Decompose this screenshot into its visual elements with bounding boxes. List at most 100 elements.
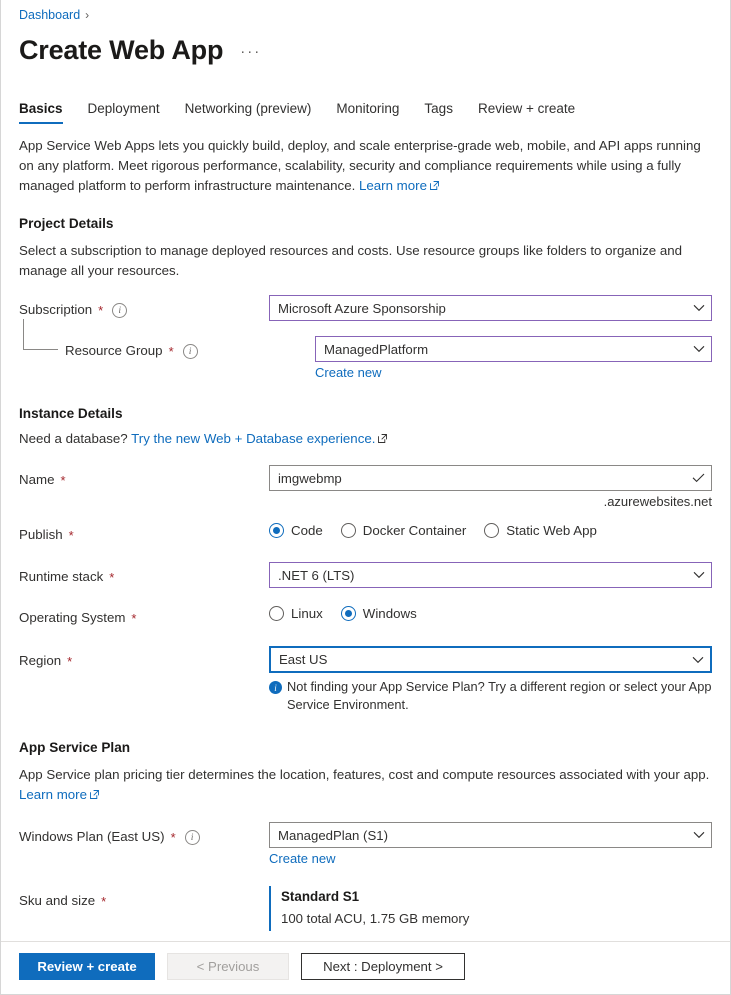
runtime-stack-label: Runtime stack: [19, 569, 104, 584]
web-database-experience-link[interactable]: Try the new Web + Database experience.: [131, 431, 375, 446]
windows-plan-label: Windows Plan (East US): [19, 829, 165, 844]
app-service-plan-learn-more-link[interactable]: Learn more: [19, 787, 87, 802]
form-row-subscription: Subscription * i Microsoft Azure Sponsors…: [19, 295, 712, 322]
operating-system-label-group: Operating System *: [19, 603, 269, 630]
operating-system-option-linux[interactable]: Linux: [269, 606, 323, 621]
publish-option-docker-container[interactable]: Docker Container: [340, 523, 467, 538]
form-row-name: Name * imgwebmp .azurewebsites.net: [19, 465, 712, 509]
form-row-region: Region * East US i Not finding your App S…: [19, 646, 712, 714]
form-row-resource-group: Resource Group * i ManagedPlatform Create…: [19, 319, 712, 382]
external-link-icon: [90, 790, 99, 799]
operating-system-radio-group: Linux Windows: [269, 603, 712, 621]
tab-bar: Basics Deployment Networking (preview) M…: [19, 101, 712, 124]
resource-group-label-group: Resource Group * i: [19, 319, 315, 363]
info-icon[interactable]: i: [182, 343, 198, 359]
breadcrumb-item-dashboard[interactable]: Dashboard: [19, 7, 80, 23]
blade-content: Dashboard › Create Web App ··· Basics De…: [1, 0, 730, 941]
region-info-note: i Not finding your App Service Plan? Try…: [269, 678, 712, 714]
required-asterisk: *: [98, 302, 104, 318]
sku-tier-name: Standard S1: [281, 889, 360, 904]
publish-option-label: Docker Container: [362, 523, 467, 538]
chevron-down-icon: [692, 656, 704, 664]
tab-tags[interactable]: Tags: [424, 101, 453, 124]
sku-and-size-label-group: Sku and size *: [19, 886, 269, 913]
section-description-project-details: Select a subscription to manage deployed…: [19, 243, 683, 278]
intro-paragraph: App Service Web Apps lets you quickly bu…: [19, 136, 712, 196]
region-label: Region: [19, 653, 62, 668]
tab-basics[interactable]: Basics: [19, 101, 63, 124]
more-options-icon[interactable]: ···: [237, 41, 264, 62]
tab-monitoring[interactable]: Monitoring: [336, 101, 399, 124]
region-label-group: Region *: [19, 646, 269, 673]
tab-networking[interactable]: Networking (preview): [185, 101, 312, 124]
checkmark-icon: [692, 473, 705, 483]
windows-plan-create-new-link[interactable]: Create new: [269, 851, 335, 866]
required-asterisk: *: [68, 527, 74, 543]
info-icon[interactable]: i: [184, 829, 200, 845]
name-input[interactable]: imgwebmp: [269, 465, 712, 491]
required-asterisk: *: [60, 472, 66, 488]
resource-group-create-new-link[interactable]: Create new: [315, 365, 381, 380]
tab-review-create[interactable]: Review + create: [478, 101, 575, 124]
breadcrumb-separator-icon: ›: [85, 8, 90, 22]
subscription-dropdown[interactable]: Microsoft Azure Sponsorship: [269, 295, 712, 321]
radio-icon: [340, 523, 356, 538]
sku-and-size-field: Standard S1 100 total ACU, 1.75 GB memor…: [269, 886, 712, 931]
next-deployment-button[interactable]: Next : Deployment >: [301, 953, 465, 980]
chevron-down-icon: [693, 571, 705, 579]
database-prompt-text: Need a database?: [19, 431, 128, 446]
previous-button[interactable]: < Previous: [167, 953, 289, 980]
publish-option-static-web-app[interactable]: Static Web App: [484, 523, 597, 538]
runtime-stack-field: .NET 6 (LTS): [269, 562, 712, 588]
name-domain-suffix: .azurewebsites.net: [603, 494, 712, 509]
app-service-plan-description-text: App Service plan pricing tier determines…: [19, 767, 710, 782]
publish-option-label: Static Web App: [506, 523, 597, 538]
publish-radio-group: Code Docker Container Static Web App: [269, 520, 712, 538]
resource-group-label: Resource Group: [65, 343, 163, 358]
windows-plan-dropdown[interactable]: ManagedPlan (S1): [269, 822, 712, 848]
subscription-label: Subscription: [19, 302, 93, 317]
publish-option-code[interactable]: Code: [269, 523, 323, 538]
subscription-value: Microsoft Azure Sponsorship: [278, 300, 446, 316]
region-dropdown[interactable]: East US: [269, 646, 712, 673]
intro-learn-more-link[interactable]: Learn more: [359, 178, 427, 193]
required-asterisk: *: [67, 653, 73, 669]
sku-summary-box[interactable]: Standard S1 100 total ACU, 1.75 GB memor…: [269, 886, 712, 931]
info-filled-icon: i: [269, 681, 282, 694]
resource-group-dropdown[interactable]: ManagedPlatform: [315, 336, 712, 362]
form-row-operating-system: Operating System * Linux Windows: [19, 603, 712, 630]
runtime-stack-dropdown[interactable]: .NET 6 (LTS): [269, 562, 712, 588]
publish-label-group: Publish *: [19, 520, 269, 547]
section-description-app-service-plan: App Service plan pricing tier determines…: [19, 765, 712, 805]
form-row-windows-plan: Windows Plan (East US) * i ManagedPlan (S…: [19, 822, 712, 868]
form-row-publish: Publish * Code Docker Container Static We…: [19, 520, 712, 547]
operating-system-option-windows[interactable]: Windows: [340, 606, 417, 621]
blade-footer: Review + create < Previous Next : Deploy…: [1, 941, 730, 994]
publish-label: Publish: [19, 527, 63, 542]
radio-icon: [269, 606, 284, 621]
windows-plan-label-group: Windows Plan (East US) * i: [19, 822, 269, 849]
chevron-down-icon: [693, 304, 705, 312]
publish-field: Code Docker Container Static Web App: [269, 520, 712, 538]
sku-tier-details: 100 total ACU, 1.75 GB memory: [281, 911, 470, 926]
required-asterisk: *: [109, 569, 115, 585]
name-value: imgwebmp: [278, 470, 342, 486]
database-prompt-row: Need a database? Try the new Web + Datab…: [19, 429, 712, 449]
sku-and-size-label: Sku and size: [19, 893, 96, 908]
review-create-button[interactable]: Review + create: [19, 953, 155, 980]
chevron-down-icon: [693, 345, 705, 353]
page-title: Create Web App: [19, 35, 224, 65]
tree-connector-line: [23, 319, 58, 350]
tab-deployment[interactable]: Deployment: [88, 101, 160, 124]
operating-system-label: Operating System: [19, 610, 126, 625]
info-icon[interactable]: i: [112, 302, 128, 318]
subscription-field: Microsoft Azure Sponsorship: [269, 295, 712, 321]
form-row-sku-and-size: Sku and size * Standard S1 100 total ACU,…: [19, 886, 712, 931]
resource-group-field: ManagedPlatform Create new: [315, 336, 712, 382]
breadcrumb: Dashboard ›: [19, 0, 712, 23]
radio-icon: [340, 606, 356, 621]
required-asterisk: *: [101, 893, 107, 909]
section-heading-project-details: Project Details: [19, 216, 114, 231]
region-field: East US i Not finding your App Service P…: [269, 646, 712, 714]
resource-group-value: ManagedPlatform: [324, 341, 429, 357]
